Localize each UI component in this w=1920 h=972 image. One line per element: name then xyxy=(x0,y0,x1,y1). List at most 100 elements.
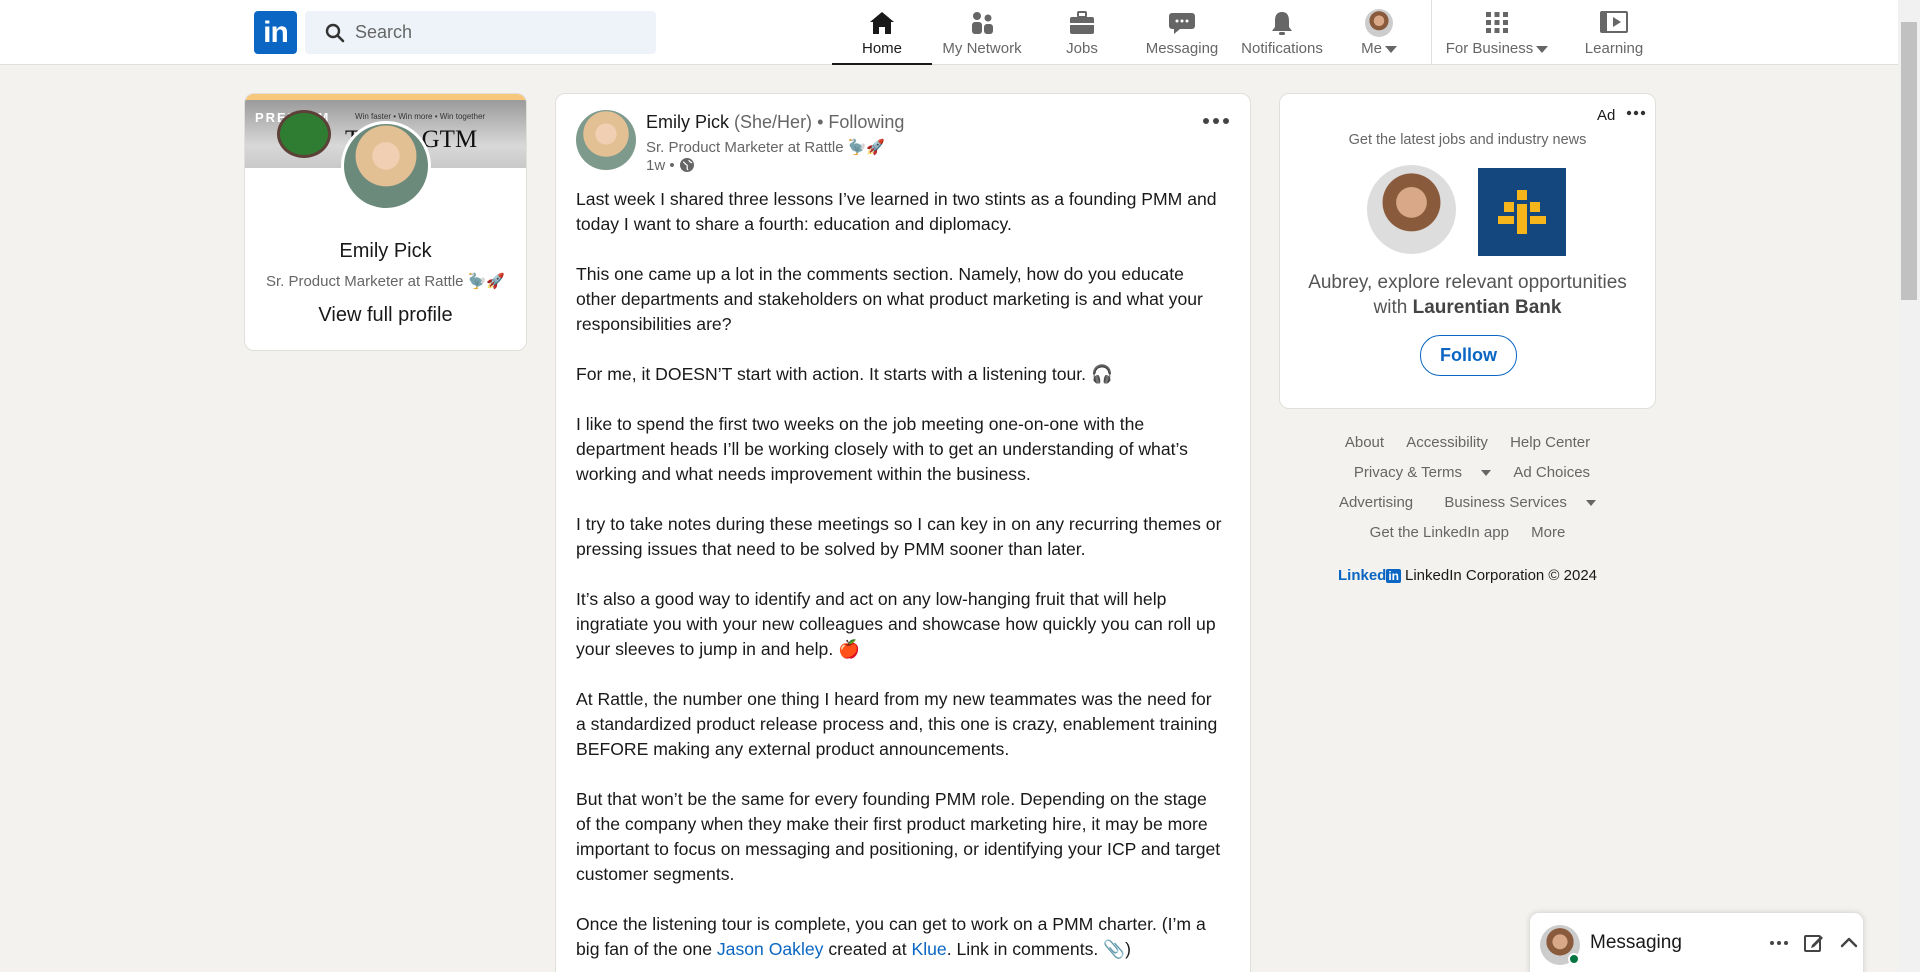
more-options-icon[interactable] xyxy=(1625,103,1647,123)
nav-learning-label: Learning xyxy=(1584,40,1644,57)
feed-post: Emily Pick (She/Her) • Following Sr. Pro… xyxy=(555,93,1251,972)
separator-dot: • xyxy=(817,112,824,132)
footer-link-business-services[interactable]: Business Services xyxy=(1435,494,1597,511)
footer-link-privacy-terms[interactable]: Privacy & Terms xyxy=(1345,464,1492,481)
messaging-dock[interactable]: Messaging xyxy=(1529,912,1864,972)
post-author-name[interactable]: Emily Pick xyxy=(646,112,729,132)
post-paragraph: This one came up a lot in the comments s… xyxy=(576,264,1203,334)
nav-messaging[interactable]: Messaging xyxy=(1132,0,1232,65)
view-full-profile-link[interactable]: View full profile xyxy=(245,304,526,327)
ad-subtitle: Get the latest jobs and industry news xyxy=(1348,132,1587,148)
footer-link-privacy-text: Privacy & Terms xyxy=(1353,464,1462,481)
nav-my-network[interactable]: My Network xyxy=(932,0,1032,65)
profile-card: PREMIUM Win faster • Win more • Win toge… xyxy=(244,93,527,351)
following-status: Following xyxy=(828,112,905,132)
post-author-headline: Sr. Product Marketer at Rattle 🦤🚀 xyxy=(646,139,886,156)
search-icon xyxy=(325,23,345,43)
post-paragraph: It’s also a good way to identify and act… xyxy=(576,589,1216,659)
ad-title-line1: Aubrey, explore relevant opportunities xyxy=(1308,272,1627,293)
more-options-icon[interactable] xyxy=(1767,931,1791,955)
nav-divider xyxy=(1431,0,1432,65)
company-logo-icon[interactable] xyxy=(1478,168,1566,256)
linkedin-logo[interactable]: in xyxy=(254,11,297,54)
compose-icon[interactable] xyxy=(1802,931,1826,955)
linkedin-wordmark: Linked xyxy=(1337,567,1387,584)
post-author-avatar[interactable] xyxy=(576,110,636,170)
nav-me-text: Me xyxy=(1361,40,1382,57)
chevron-down-icon xyxy=(1384,45,1397,53)
footer-link-about[interactable]: About xyxy=(1345,434,1384,451)
more-options-icon[interactable] xyxy=(1199,109,1233,133)
ad-card: Ad Get the latest jobs and industry news… xyxy=(1279,93,1656,409)
top-navigation: in Home My Network Jobs Messagi xyxy=(0,0,1898,65)
post-paragraph: For me, it DOESN’T start with action. It… xyxy=(576,364,1113,384)
network-icon xyxy=(972,12,993,34)
footer-links-row: Advertising Business Services xyxy=(1279,494,1656,511)
post-paragraph: At Rattle, the number one thing I heard … xyxy=(576,689,1218,759)
post-author-line: Emily Pick (She/Her) • Following xyxy=(646,112,904,133)
chevron-down-icon xyxy=(1536,45,1549,53)
follow-button[interactable]: Follow xyxy=(1420,335,1517,376)
post-paragraph: I try to take notes during these meeting… xyxy=(576,514,1222,559)
post-paragraph: Last week I shared three lessons I’ve le… xyxy=(576,189,1217,234)
post-text: created at xyxy=(823,939,912,959)
linkedin-wordmark-box: in xyxy=(1386,569,1401,583)
profile-headline: Sr. Product Marketer at Rattle 🦤🚀 xyxy=(265,273,506,290)
chevron-down-icon xyxy=(1481,470,1492,477)
mention-link[interactable]: Jason Oakley xyxy=(717,939,824,959)
footer-link-help-center[interactable]: Help Center xyxy=(1510,434,1590,451)
footer-link-advertising[interactable]: Advertising xyxy=(1339,494,1413,511)
ad-title: Aubrey, explore relevant opportunities w… xyxy=(1280,270,1655,320)
footer-link-ad-choices[interactable]: Ad Choices xyxy=(1513,464,1590,481)
nav-for-business[interactable]: For Business xyxy=(1436,0,1558,65)
footer-copyright: Linked in LinkedIn Corporation © 2024 xyxy=(1279,567,1656,584)
footer-links-row: Get the LinkedIn app More xyxy=(1279,524,1656,541)
post-paragraph-last: Once the listening tour is complete, you… xyxy=(576,912,1226,962)
nav-for-business-label: For Business xyxy=(1436,40,1558,57)
nav-messaging-label: Messaging xyxy=(1145,40,1219,57)
profile-name[interactable]: Emily Pick xyxy=(245,240,526,263)
banner-tagline: Win faster • Win more • Win together xyxy=(355,112,486,121)
search-box[interactable] xyxy=(305,11,656,54)
profile-avatar[interactable] xyxy=(341,121,431,211)
footer-link-get-app[interactable]: Get the LinkedIn app xyxy=(1370,524,1509,541)
post-meta: 1w • xyxy=(646,157,695,174)
page-scrollbar[interactable] xyxy=(1898,0,1920,972)
learning-icon xyxy=(1600,11,1628,33)
nav-notifications-label: Notifications xyxy=(1241,40,1323,57)
home-icon xyxy=(870,12,894,34)
ad-title-with: with xyxy=(1373,297,1408,318)
online-status-icon xyxy=(1568,953,1580,965)
nav-notifications[interactable]: Notifications xyxy=(1232,0,1332,65)
avatar xyxy=(1365,9,1393,37)
nav-me[interactable]: Me xyxy=(1332,0,1426,65)
briefcase-icon xyxy=(1070,11,1094,34)
globe-icon xyxy=(679,158,694,172)
post-text: . Link in comments. 📎) xyxy=(946,939,1131,959)
post-time: 1w • xyxy=(646,157,675,174)
footer-link-more[interactable]: More xyxy=(1531,524,1565,541)
nav-jobs[interactable]: Jobs xyxy=(1032,0,1132,65)
viewer-avatar xyxy=(1367,165,1456,254)
footer-links-row: Privacy & Terms Ad Choices xyxy=(1279,464,1656,481)
nav-learning[interactable]: Learning xyxy=(1564,0,1664,65)
chevron-down-icon xyxy=(1586,500,1597,507)
dinosaur-logo-icon xyxy=(277,110,331,158)
copyright-text: LinkedIn Corporation © 2024 xyxy=(1405,567,1598,584)
scrollbar-thumb[interactable] xyxy=(1901,22,1917,300)
messaging-label[interactable]: Messaging xyxy=(1590,932,1682,954)
nav-home-label: Home xyxy=(861,40,902,57)
footer-link-accessibility[interactable]: Accessibility xyxy=(1406,434,1488,451)
search-input[interactable] xyxy=(355,11,645,54)
nav-for-business-text: For Business xyxy=(1445,40,1534,57)
nav-home[interactable]: Home xyxy=(832,0,932,65)
chevron-up-icon[interactable] xyxy=(1837,931,1861,955)
nav-me-label: Me xyxy=(1332,40,1426,57)
ad-label: Ad xyxy=(1597,107,1616,124)
footer-links-row: About Accessibility Help Center xyxy=(1279,434,1656,451)
nav-jobs-label: Jobs xyxy=(1066,40,1098,57)
footer-link-business-text: Business Services xyxy=(1444,494,1567,511)
post-paragraph: But that won’t be the same for every fou… xyxy=(576,789,1221,884)
nav-my-network-label: My Network xyxy=(942,40,1022,57)
mention-link[interactable]: Klue xyxy=(912,939,947,959)
